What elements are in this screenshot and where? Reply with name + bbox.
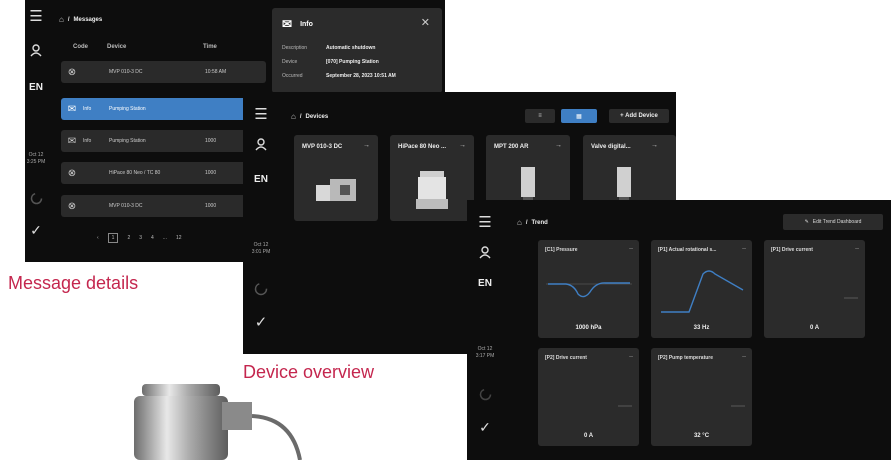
close-icon[interactable]: ✕ [421,16,430,29]
edit-trend-dashboard-button[interactable]: ✎ Edit Trend Dashboard [783,214,883,230]
check-icon[interactable]: ✓ [255,315,268,330]
error-icon: ⊗ [67,200,77,212]
grid-view-toggle[interactable]: ▦ [561,109,597,123]
drive-current-sparkline [844,297,858,299]
spinner-icon [254,282,268,301]
date-time: Oct 12 3:01 PM [251,242,271,255]
page-3[interactable]: 3 [139,235,142,241]
nav-rail: ☰ EN Oct 12 3:01 PM ✓ [243,92,279,354]
list-view-toggle[interactable]: ≡ [525,109,555,123]
check-icon[interactable]: ✓ [30,223,42,237]
mail-icon: ✉ [67,103,77,115]
breadcrumb: ⌂ / Trend [517,218,548,227]
trend-card[interactable]: [P2] Pump temperature – 32 °C [651,348,752,446]
date-time: Oct 12 3:25 PM [26,152,46,165]
page-ellipsis: ... [162,235,167,241]
home-icon[interactable]: ⌂ [517,218,522,227]
arrow-right-icon[interactable]: → [555,142,562,149]
grid-icon: ▦ [576,113,582,120]
prev-icon[interactable]: ‹ [97,235,99,241]
home-icon[interactable]: ⌂ [59,15,64,24]
menu-icon[interactable]: ☰ [254,107,267,122]
spinner-icon [479,388,492,406]
breadcrumb: ⌂ / Messages [59,15,103,24]
drive-current-sparkline [618,405,632,407]
page-1[interactable]: 1 [107,233,119,243]
info-panel: ✉ Info ✕ Description Automatic shutdown … [272,8,442,93]
pump-image [316,179,356,201]
trend-card[interactable]: [P1] Actual rotational s... – 33 Hz [651,240,752,338]
table-row[interactable]: ⊗ HiPace 80 Neo / TC 80 1000 [61,162,266,184]
device-card[interactable]: MVP 010-3 DC → [294,135,378,221]
trend-card[interactable]: [P1] Drive current – 0 A [764,240,865,338]
table-header: Code Device Time [73,44,217,50]
check-icon[interactable]: ✓ [479,420,491,434]
list-icon: ≡ [538,113,542,119]
more-icon[interactable]: – [629,353,633,360]
error-icon: ⊗ [67,66,77,78]
more-icon[interactable]: – [855,245,859,252]
nav-rail: ☰ EN Oct 12 3:17 PM ✓ [467,200,503,460]
more-icon[interactable]: – [742,353,746,360]
info-row: Description Automatic shutdown [282,45,376,51]
table-row[interactable]: ⊗ MVP 010-3 DC 1000 [61,195,266,217]
arrow-right-icon[interactable]: → [459,142,466,149]
breadcrumb: ⌂ / Devices [291,112,329,121]
language-toggle[interactable]: EN [254,174,268,185]
trend-card[interactable]: [C1] Pressure – 1000 hPa [538,240,639,338]
mail-icon: ✉ [67,135,77,147]
caption-message-details: Message details [8,273,139,293]
arrow-right-icon[interactable]: → [363,142,370,149]
user-icon[interactable] [479,246,491,264]
date-time: Oct 12 3:17 PM [475,346,495,359]
mail-icon: ✉ [282,17,293,31]
device-card[interactable]: HiPace 80 Neo ... → [390,135,474,221]
table-row[interactable]: ⊗ MVP 010-3 DC 10:58 AM [61,61,266,83]
pump-photo [134,384,302,460]
page-2[interactable]: 2 [127,235,130,241]
spinner-icon [30,192,43,210]
rotation-sparkline [661,270,744,313]
more-icon[interactable]: – [629,245,633,252]
turbopump-image [416,171,448,209]
home-icon[interactable]: ⌂ [291,112,296,121]
trend-screen: ☰ EN Oct 12 3:17 PM ✓ ⌂ / Trend ✎ Edit Tre… [467,200,891,460]
trend-card[interactable]: [P2] Drive current – 0 A [538,348,639,446]
page-4[interactable]: 4 [151,235,154,241]
language-toggle[interactable]: EN [478,278,492,289]
more-icon[interactable]: – [742,245,746,252]
user-icon[interactable] [255,138,267,156]
nav-rail: ☰ EN Oct 12 3:25 PM ✓ [25,0,47,262]
add-device-button[interactable]: + Add Device [609,109,669,123]
menu-icon[interactable]: ☰ [29,9,42,24]
page-12[interactable]: 12 [176,235,182,241]
temperature-sparkline [731,405,745,407]
info-row: Device [070] Pumping Station [282,59,379,65]
pencil-icon: ✎ [804,219,809,225]
pagination: ‹ 1 2 3 4 ... 12 [97,233,182,243]
pressure-sparkline [546,282,632,298]
info-row: Occurred September 28, 2023 10:51 AM [282,73,396,79]
user-icon[interactable] [30,44,42,60]
table-row-selected[interactable]: ✉ Info Pumping Station [61,98,266,120]
menu-icon[interactable]: ☰ [478,215,491,230]
info-title: Info [300,20,313,28]
language-toggle[interactable]: EN [29,82,43,93]
arrow-right-icon[interactable]: → [651,142,658,149]
table-row[interactable]: ✉ Info Pumping Station 1000 [61,130,266,152]
error-icon: ⊗ [67,167,77,179]
